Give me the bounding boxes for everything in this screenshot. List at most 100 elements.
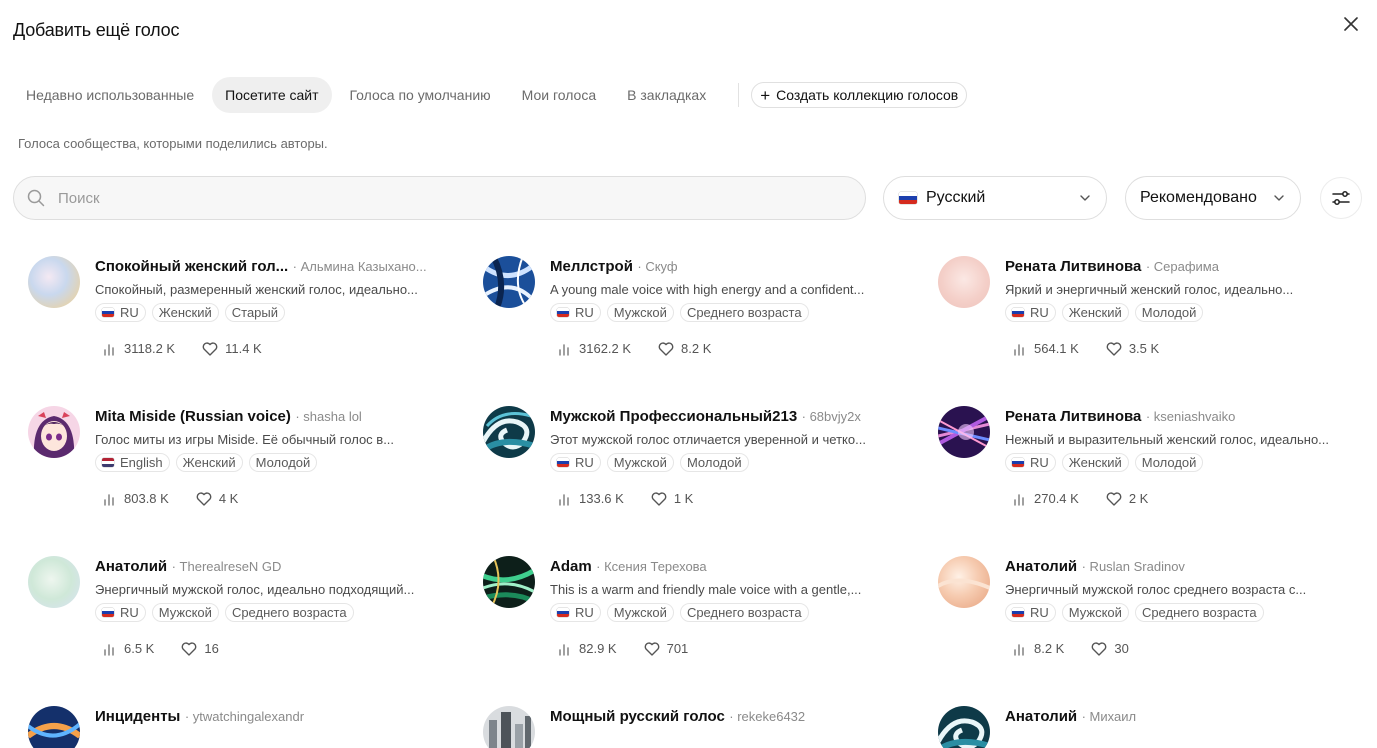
avatar	[28, 256, 80, 308]
tab-bookmarks[interactable]: В закладках	[614, 77, 719, 113]
tag-gender: Мужской	[606, 603, 674, 622]
play-count: 133.6 K	[579, 491, 624, 506]
filter-button[interactable]	[1320, 177, 1362, 219]
tag-list: RU Мужской Молодой	[550, 453, 755, 472]
search-input[interactable]	[58, 189, 818, 207]
create-collection-button[interactable]: + Создать коллекцию голосов	[751, 82, 968, 108]
bar-chart-icon	[559, 343, 569, 356]
tab-default-voices[interactable]: Голоса по умолчанию	[337, 77, 504, 113]
voice-card[interactable]: Инциденты · ytwatchingalexandr	[13, 690, 443, 748]
voice-stats: 3118.2 K 11.4 K	[103, 341, 289, 356]
tag-list: RU Мужской Среднего возраста	[95, 603, 360, 622]
voice-name: Спокойный женский гол...	[95, 258, 289, 275]
sort-select[interactable]: Рекомендовано	[1125, 176, 1301, 220]
tab-recently-used[interactable]: Недавно использованные	[13, 77, 207, 113]
tag-language: RU	[550, 603, 601, 622]
heart-icon[interactable]	[1106, 491, 1122, 506]
bar-chart-icon	[104, 493, 114, 506]
create-collection-label: Создать коллекцию голосов	[776, 87, 959, 103]
bar-chart-icon	[1014, 493, 1024, 506]
page-title: Добавить ещё голос	[13, 20, 180, 40]
voice-card[interactable]: Меллстрой · Скуф A young male voice with…	[468, 240, 898, 370]
flag-ru-icon	[1012, 608, 1024, 617]
voice-card[interactable]: Рената Литвинова · Серафима Яркий и энер…	[923, 240, 1353, 370]
heart-icon[interactable]	[1106, 341, 1122, 356]
heart-icon[interactable]	[644, 641, 660, 656]
voice-card[interactable]: Рената Литвинова · kseniashvaiko Нежный …	[923, 390, 1353, 520]
tag-age: Среднего возраста	[679, 303, 809, 322]
tag-label: RU	[1030, 305, 1049, 320]
voice-stats: 133.6 K 1 K	[558, 491, 720, 506]
tag-label: RU	[1030, 455, 1049, 470]
bar-chart-icon	[559, 643, 569, 656]
voice-description: Энергичный мужской голос, идеально подхо…	[95, 582, 415, 597]
voice-card[interactable]: Мощный русский голос · rekeke6432	[468, 690, 898, 748]
tag-language: RU	[1005, 303, 1056, 322]
voice-stats: 3162.2 K 8.2 K	[558, 341, 738, 356]
bar-chart-icon	[1014, 343, 1024, 356]
tag-language: RU	[1005, 453, 1056, 472]
tag-label: RU	[575, 455, 594, 470]
close-icon[interactable]	[1344, 17, 1358, 31]
tab-visit-site[interactable]: Посетите сайт	[212, 77, 332, 113]
tag-list: RU Мужской Среднего возраста	[1005, 603, 1270, 622]
tag-gender: Женский	[1061, 303, 1129, 322]
voice-description: This is a warm and friendly male voice w…	[550, 582, 862, 597]
heart-icon[interactable]	[196, 491, 212, 506]
tag-gender: Мужской	[606, 303, 674, 322]
tag-list: RU Мужской Среднего возраста	[550, 303, 815, 322]
flag-ru-icon	[557, 458, 569, 467]
tag-age: Старый	[224, 303, 286, 322]
voice-card[interactable]: Анатолий · Ruslan Sradinov Энергичный му…	[923, 540, 1353, 670]
tab-my-voices[interactable]: Мои голоса	[509, 77, 610, 113]
tag-language: RU	[1005, 603, 1056, 622]
like-count: 701	[666, 641, 689, 656]
bar-chart-icon	[1014, 643, 1024, 656]
tag-gender: Женский	[1061, 453, 1129, 472]
heart-icon[interactable]	[202, 341, 218, 356]
avatar	[28, 406, 80, 458]
tag-label: RU	[575, 305, 594, 320]
voice-author: · kseniashvaiko	[1145, 409, 1236, 424]
like-count: 3.5 K	[1128, 341, 1160, 356]
tag-label: RU	[575, 605, 594, 620]
like-count: 11.4 K	[225, 341, 262, 356]
voice-name: Инциденты	[95, 708, 181, 725]
tag-gender: Мужской	[151, 603, 219, 622]
voice-description: Энергичный мужской голос среднего возрас…	[1005, 582, 1307, 597]
voice-card[interactable]: Анатолий · Михаил	[923, 690, 1353, 748]
heart-icon[interactable]	[658, 341, 674, 356]
voice-author: · shasha lol	[295, 409, 362, 424]
voice-card[interactable]: Adam · Ксения Терехова This is a warm an…	[468, 540, 898, 670]
voice-card[interactable]: Mita Miside (Russian voice) · shasha lol…	[13, 390, 443, 520]
tag-language: RU	[550, 453, 601, 472]
close-button[interactable]	[1339, 12, 1363, 36]
play-count: 564.1 K	[1034, 341, 1079, 356]
language-select[interactable]: Русский	[883, 176, 1107, 220]
tag-list: RU Женский Старый	[95, 303, 291, 322]
heart-icon[interactable]	[181, 641, 197, 656]
tag-label: English	[120, 455, 163, 470]
voice-description: Голос миты из игры Miside. Её обычный го…	[95, 432, 395, 447]
voice-author: · ytwatchingalexandr	[184, 709, 305, 724]
search-box[interactable]	[13, 176, 866, 220]
tag-label: RU	[120, 305, 139, 320]
like-count: 30	[1114, 641, 1129, 656]
voice-card[interactable]: Мужской Профессиональный213 · 68bvjy2x Э…	[468, 390, 898, 520]
voice-card[interactable]: Анатолий · TherealreseN GD Энергичный му…	[13, 540, 443, 670]
tag-gender: Женский	[151, 303, 219, 322]
section-subtitle: Голоса сообщества, которыми поделились а…	[18, 136, 328, 151]
flag-ru-icon	[1012, 458, 1024, 467]
flag-us-icon	[102, 458, 114, 467]
voice-card[interactable]: Спокойный женский гол... · Альмина Казых…	[13, 240, 443, 370]
voice-stats: 564.1 K 3.5 K	[1013, 341, 1186, 356]
tag-age: Среднего возраста	[679, 603, 809, 622]
voice-author: · Альмина Казыхано...	[292, 259, 427, 274]
voice-name: Анатолий	[1005, 708, 1078, 725]
play-count: 3118.2 K	[124, 341, 176, 356]
heart-icon[interactable]	[1091, 641, 1107, 656]
heart-icon[interactable]	[651, 491, 667, 506]
voice-description: A young male voice with high energy and …	[550, 282, 865, 297]
play-count: 803.8 K	[124, 491, 169, 506]
avatar	[483, 706, 535, 748]
